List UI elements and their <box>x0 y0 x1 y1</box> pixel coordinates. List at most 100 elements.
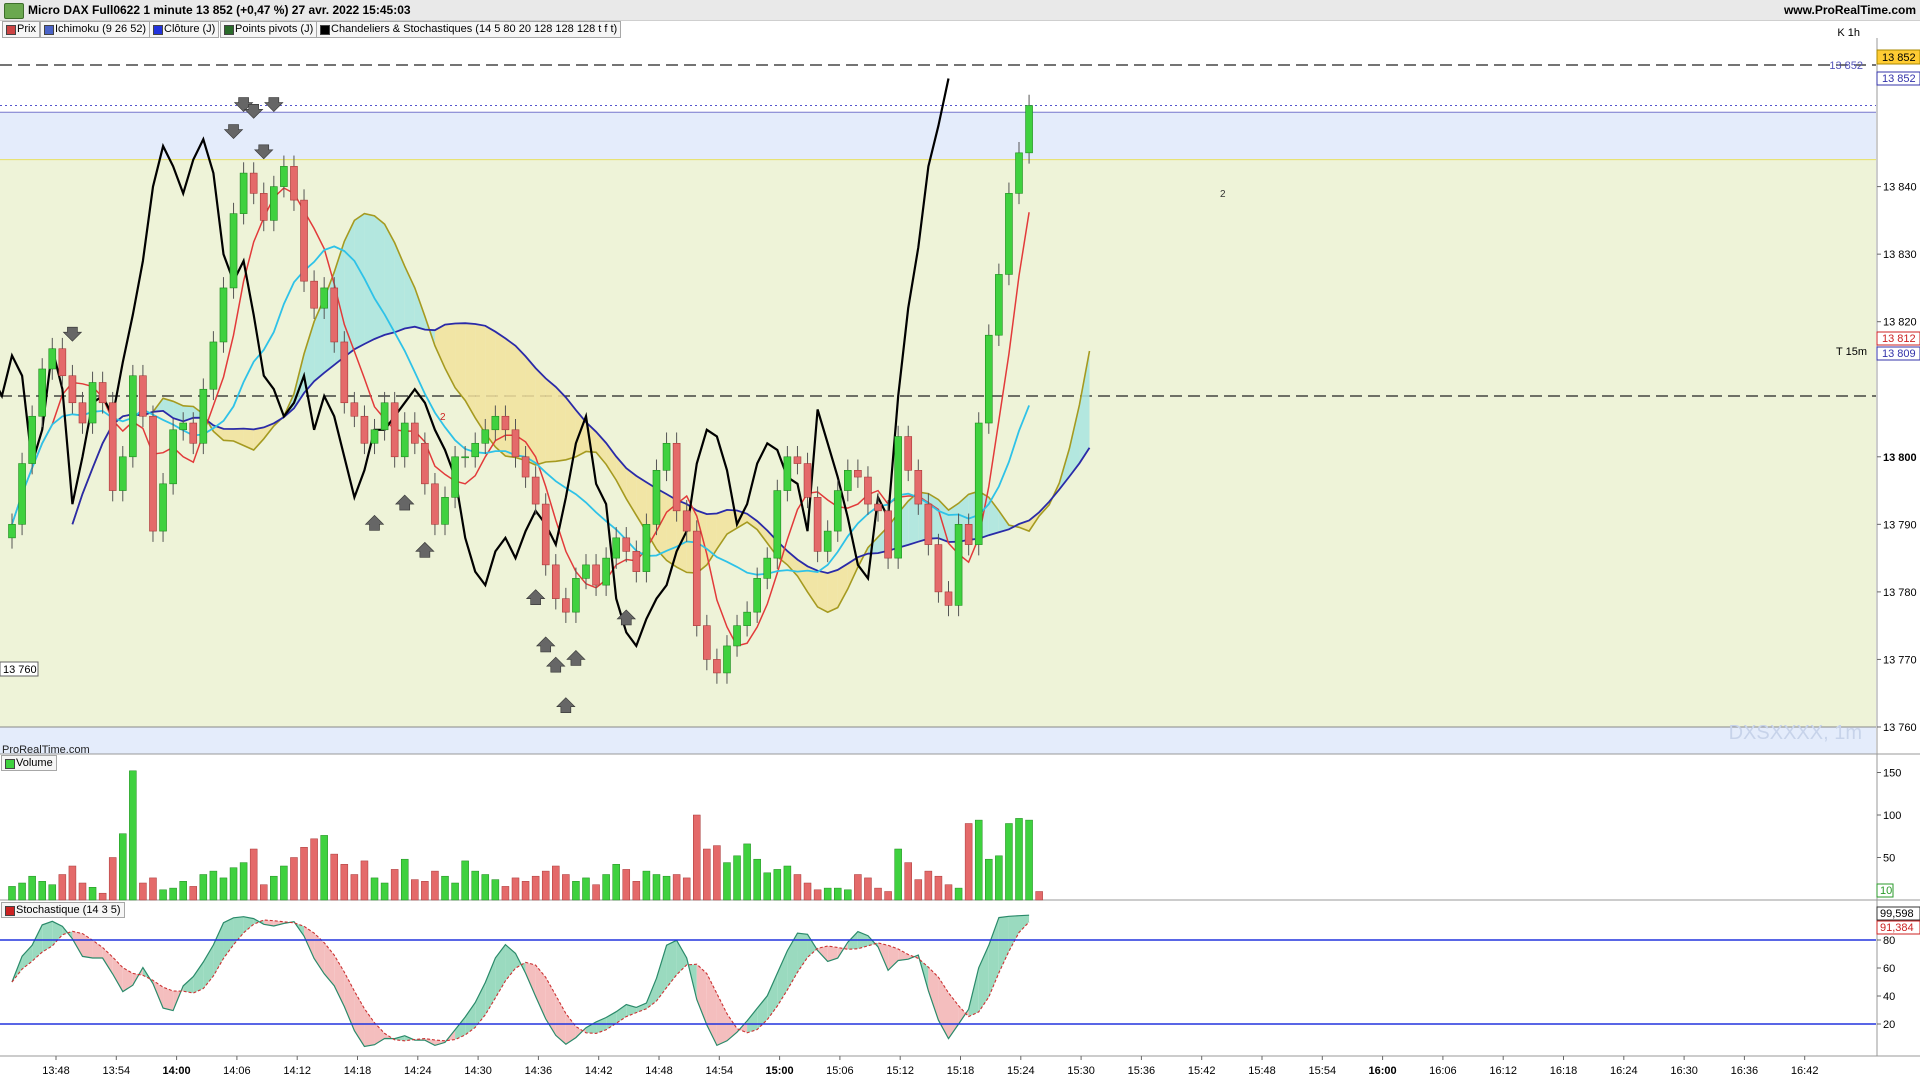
volume-bar <box>864 877 872 901</box>
stoch-fill-segment <box>505 944 516 981</box>
stoch-tick-label: 60 <box>1883 963 1895 975</box>
candle <box>995 274 1003 336</box>
level-label-t15m: T 15m <box>1836 346 1867 358</box>
level-label-k1h: K 1h <box>1837 27 1860 39</box>
volume-bar <box>844 889 852 901</box>
candle <box>672 442 681 512</box>
candle <box>924 503 933 545</box>
volume-bar <box>68 865 77 901</box>
stoch-fill-segment <box>747 1008 758 1033</box>
volume-bar <box>280 865 288 901</box>
time-tick-label: 16:30 <box>1670 1065 1698 1077</box>
volume-bar <box>461 860 469 901</box>
volume-bar <box>501 886 510 901</box>
volume-bar <box>320 835 328 901</box>
volume-tick-label: 150 <box>1883 768 1901 780</box>
candle <box>129 375 137 458</box>
volume-tick-label: 50 <box>1883 853 1895 865</box>
time-tick-label: 15:54 <box>1309 1065 1337 1077</box>
volume-bar <box>934 875 943 901</box>
volume-bar <box>300 847 308 901</box>
time-tick-label: 13:48 <box>42 1065 70 1077</box>
candle <box>692 530 701 626</box>
volume-bar <box>511 877 520 901</box>
candle <box>98 382 107 404</box>
time-axis: 13:48 13:54 14:00 14:06 14:12 14:18 14:24 14:30… <box>0 1055 1920 1077</box>
candle <box>108 402 117 491</box>
volume-bar <box>350 874 359 901</box>
cloud-segment <box>827 569 838 613</box>
volume-bar <box>562 874 570 901</box>
volume-bar <box>108 857 117 901</box>
candle <box>964 524 973 545</box>
volume-bar <box>98 892 107 901</box>
candle <box>139 375 147 417</box>
stoch-tick-label: 40 <box>1883 991 1895 1003</box>
candle <box>461 456 469 459</box>
volume-bar <box>572 881 580 901</box>
candle <box>280 166 288 187</box>
candle <box>199 388 208 444</box>
price-tick-label: 13 790 <box>1883 519 1917 531</box>
chart-canvas[interactable]: 13 760 13 770 13 780 13 790 13 800 13 820 13 8… <box>0 0 1920 1080</box>
candle <box>562 598 570 613</box>
volume-bar <box>672 874 681 901</box>
volume-bar <box>924 870 933 901</box>
cloud-segment <box>545 378 556 463</box>
candle <box>481 429 490 444</box>
volume-bar <box>270 875 278 901</box>
marker-number: 2 <box>1220 189 1226 200</box>
volume-bar <box>159 889 167 901</box>
volume-bar <box>985 858 993 901</box>
time-tick-label: 14:18 <box>344 1065 372 1077</box>
volume-bar <box>58 874 67 901</box>
time-tick-label: 15:36 <box>1128 1065 1156 1077</box>
volume-bar <box>763 872 771 901</box>
cloud-segment <box>223 428 234 442</box>
candle <box>38 368 47 417</box>
volume-bar <box>541 870 550 901</box>
volume-bar <box>1025 819 1033 901</box>
candle <box>441 497 449 525</box>
candle <box>249 172 258 194</box>
stoch-fill-segment <box>163 987 174 1011</box>
candle <box>854 470 862 478</box>
stoch-label-text: Stochastique (14 3 5) <box>16 904 121 916</box>
cloud-segment <box>354 213 365 350</box>
candle <box>78 402 87 424</box>
time-tick-label: 15:00 <box>766 1065 794 1077</box>
candle <box>914 470 923 505</box>
price-tick-label: 13 770 <box>1883 654 1917 666</box>
candle <box>582 564 590 579</box>
candle <box>400 422 409 458</box>
volume-panel-label[interactable]: Volume <box>1 755 57 771</box>
candle <box>149 415 157 532</box>
candle <box>723 645 731 674</box>
stoch-tick-label: 20 <box>1883 1019 1895 1031</box>
volume-bar <box>954 887 963 901</box>
time-tick-label: 15:48 <box>1248 1065 1276 1077</box>
volume-bar <box>1005 823 1013 901</box>
candle <box>370 429 379 444</box>
volume-bar <box>753 858 761 901</box>
volume-bar <box>209 870 218 901</box>
volume-bar <box>129 770 137 901</box>
volume-bar <box>88 887 97 901</box>
volume-bar <box>783 865 792 901</box>
marker-number: 2 <box>440 412 446 423</box>
stoch-panel-label[interactable]: Stochastique (14 3 5) <box>1 902 125 918</box>
candle <box>894 436 902 559</box>
main-price-panel <box>0 38 1876 754</box>
stoch-k-tag: 99,598 <box>1880 908 1914 920</box>
time-tick-label: 14:36 <box>525 1065 553 1077</box>
candle <box>48 348 57 370</box>
cloud-segment <box>364 213 375 345</box>
candle <box>541 503 550 566</box>
candle <box>713 659 721 674</box>
candle <box>652 470 661 525</box>
candle <box>421 442 429 485</box>
candle <box>340 341 349 404</box>
volume-bar <box>78 882 87 901</box>
candle <box>410 422 419 444</box>
candle <box>572 578 580 613</box>
